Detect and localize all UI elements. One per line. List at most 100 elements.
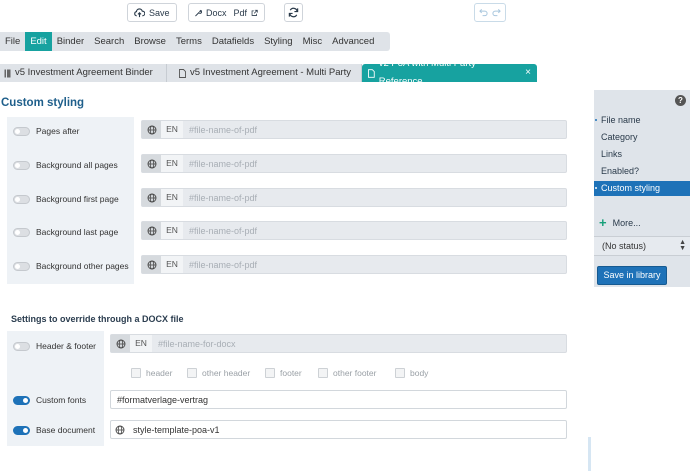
save-button[interactable]: Save [127,3,177,22]
sidebar-item-enabled[interactable]: Enabled? [594,164,690,179]
checkbox[interactable] [187,368,197,378]
row-label: Background all pages [36,160,118,170]
checkbox-footer[interactable]: footer [265,368,302,378]
page-title: Custom styling [1,97,85,109]
menu-advanced[interactable]: Advanced [327,32,379,51]
docx-file-field[interactable]: EN #file-name-for-docx [110,334,567,353]
status-select[interactable]: (No status) ▲ ▼ [594,236,690,256]
menu-search[interactable]: Search [89,32,129,51]
placeholder-text: #file-name-of-pdf [189,259,258,270]
right-sidebar: ? File name Category Links Enabled? Cust… [594,90,690,287]
row-header-footer: Header & footer [13,341,96,351]
row-base-document: Base document [13,425,95,435]
toggle-switch[interactable] [13,194,30,204]
custom-fonts-input[interactable]: #formatverlage-vertrag [110,390,567,409]
docx-section-title: Settings to override through a DOCX file [11,314,184,324]
refresh-button[interactable] [284,3,303,22]
toggle-switch[interactable] [13,395,30,405]
checkbox[interactable] [131,368,141,378]
row-label: Background last page [36,227,119,237]
save-in-library-button[interactable]: Save in library [597,266,667,285]
toggle-switch[interactable] [13,341,30,351]
external-link-icon [251,9,258,16]
docx-label[interactable]: Docx [206,8,227,18]
menu-edit[interactable]: Edit [25,32,52,51]
refresh-icon [288,7,299,18]
tab-active-document[interactable]: v2 PoA with Multi Party Reference × [362,58,537,87]
globe-icon[interactable] [111,335,130,352]
language-code: EN [161,189,183,206]
placeholder-text: #file-name-of-pdf [189,158,258,169]
help-icon[interactable]: ? [675,95,686,106]
language-code: EN [161,155,183,172]
row-label: Base document [36,425,96,435]
toggle-switch[interactable] [13,261,30,271]
checkbox-other-footer[interactable]: other footer [318,368,376,378]
globe-icon[interactable] [142,222,161,239]
toggle-switch[interactable] [13,160,30,170]
checkbox-header[interactable]: header [131,368,172,378]
row-label: Background other pages [36,261,129,271]
checkbox-body[interactable]: body [395,368,428,378]
save-label: Save [149,7,170,18]
base-document-input[interactable]: style-template-poa-v1 [110,420,567,439]
globe-icon[interactable] [142,189,161,206]
language-code: EN [161,256,183,273]
pdf-file-field[interactable]: EN #file-name-of-pdf [141,221,567,240]
menu-misc[interactable]: Misc [298,32,328,51]
checkbox-label: body [410,368,429,378]
menu-styling[interactable]: Styling [259,32,298,51]
sidebar-item-file-name[interactable]: File name [594,113,690,128]
checkbox-other-header[interactable]: other header [187,368,250,378]
toggle-switch[interactable] [13,126,30,136]
tab-label: v5 Investment Agreement Binder [15,67,153,78]
more-label: More... [612,217,641,228]
checkbox[interactable] [395,368,405,378]
document-icon [179,68,186,78]
cloud-upload-icon [134,7,145,17]
undo-icon[interactable] [479,8,488,17]
row-background-other-pages: Background other pages [13,261,129,271]
wrench-icon [195,9,202,16]
menu-file[interactable]: File [0,32,25,51]
close-tab-icon[interactable]: × [525,64,531,82]
row-label: Custom fonts [36,395,87,405]
globe-icon[interactable] [115,425,125,435]
sidebar-item-category[interactable]: Category [594,130,690,145]
pdf-file-field[interactable]: EN #file-name-of-pdf [141,255,567,274]
more-button[interactable]: + More... [599,215,641,230]
sidebar-item-links[interactable]: Links [594,147,690,162]
export-button[interactable]: Docx Pdf [188,3,265,22]
menu-binder[interactable]: Binder [52,32,89,51]
globe-icon[interactable] [142,155,161,172]
menu-terms[interactable]: Terms [171,32,207,51]
redo-icon[interactable] [492,8,501,17]
checkbox[interactable] [318,368,328,378]
pdf-label[interactable]: Pdf [234,8,248,18]
row-background-last-page: Background last page [13,227,118,237]
toggle-switch[interactable] [13,425,30,435]
menu-browse[interactable]: Browse [129,32,171,51]
tab-document[interactable]: v5 Investment Agreement - Multi Party [167,64,362,82]
globe-icon[interactable] [142,121,161,138]
toggle-switch[interactable] [13,227,30,237]
row-background-all-pages: Background all pages [13,160,118,170]
globe-icon[interactable] [142,256,161,273]
pdf-file-field[interactable]: EN #file-name-of-pdf [141,120,567,139]
binder-icon [4,69,11,77]
undo-redo-group[interactable] [474,3,506,22]
pdf-file-field[interactable]: EN #file-name-of-pdf [141,188,567,207]
language-code: EN [130,335,152,352]
tab-binder[interactable]: v5 Investment Agreement Binder [0,64,167,82]
checkbox[interactable] [265,368,275,378]
menu-datafields[interactable]: Datafields [207,32,259,51]
tab-label: v2 PoA with Multi Party Reference [378,58,476,87]
checkbox-label: footer [280,368,302,378]
row-background-first-page: Background first page [13,194,119,204]
checkbox-label: header [146,368,173,378]
placeholder-text: #file-name-of-pdf [189,124,258,135]
sidebar-item-custom-styling[interactable]: Custom styling [594,181,690,196]
scrollbar[interactable] [588,437,591,471]
language-code: EN [161,121,183,138]
pdf-file-field[interactable]: EN #file-name-of-pdf [141,154,567,173]
